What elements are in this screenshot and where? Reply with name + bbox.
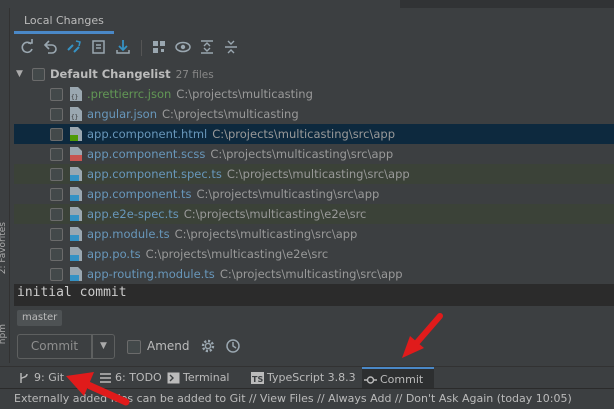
- file-row[interactable]: app.component.scss C:\projects\multicasti…: [14, 144, 614, 164]
- file-name: app-routing.module.ts: [87, 267, 215, 281]
- file-path: C:\projects\multicasting\src\app: [226, 167, 410, 181]
- tab-typescript[interactable]: TS TypeScript 3.8.3: [249, 367, 356, 389]
- expand-all-icon[interactable]: [198, 38, 216, 56]
- move-changelist-icon[interactable]: [90, 38, 108, 56]
- branch-icon: [20, 373, 28, 383]
- commit-dropdown-button[interactable]: ▼: [92, 334, 115, 359]
- ts-icon: [70, 247, 82, 261]
- commit-button[interactable]: Commit: [17, 334, 92, 359]
- ts-icon: [70, 207, 82, 221]
- file-row[interactable]: app.module.ts C:\projects\multicasting\sr…: [14, 224, 614, 244]
- tab-terminal-label: Terminal: [183, 371, 230, 384]
- file-checkbox[interactable]: [50, 188, 63, 201]
- annotation-arrow-git: [66, 372, 130, 406]
- group-by-icon[interactable]: [150, 38, 168, 56]
- file-path: C:\projects\multicasting\src\app: [210, 147, 394, 161]
- branch-label: master: [17, 310, 63, 326]
- json-icon: {}: [70, 87, 82, 101]
- file-row[interactable]: app.component.ts C:\projects\multicasting…: [14, 184, 614, 204]
- file-name: app.component.scss: [87, 147, 206, 161]
- file-checkbox[interactable]: [50, 168, 63, 181]
- ts-icon: [70, 267, 82, 281]
- sass-icon: [70, 147, 82, 161]
- file-name: app.module.ts: [87, 227, 170, 241]
- tab-commit-label: Commit: [380, 373, 424, 386]
- svg-text:TS: TS: [252, 375, 263, 384]
- json-icon: {}: [70, 107, 82, 121]
- tab-commit[interactable]: Commit: [362, 367, 434, 389]
- file-name: app.e2e-spec.ts: [87, 207, 179, 221]
- file-row[interactable]: {} .prettierrc.json C:\projects\multicast…: [14, 84, 614, 104]
- svg-text:{}: {}: [71, 94, 78, 101]
- file-path: C:\projects\multicasting\e2e\src: [145, 247, 329, 261]
- rollback-icon[interactable]: [41, 38, 59, 56]
- npm-stripe-button[interactable]: npm: [0, 324, 12, 344]
- ts-icon: [70, 227, 82, 241]
- changelist-checkbox[interactable]: [32, 68, 45, 81]
- refresh-icon[interactable]: [18, 38, 36, 56]
- commit-icon: [364, 376, 377, 384]
- changes-toolbar: [14, 36, 614, 60]
- tab-git[interactable]: 9: Git: [16, 367, 64, 389]
- file-row[interactable]: app.po.ts C:\projects\multicasting\e2e\sr…: [14, 244, 614, 264]
- file-row[interactable]: app.component.spec.ts C:\projects\multica…: [14, 164, 614, 184]
- favorites-stripe-button[interactable]: 2: Favorites: [0, 222, 12, 274]
- file-checkbox[interactable]: [50, 208, 63, 221]
- file-checkbox[interactable]: [50, 128, 63, 141]
- file-name: angular.json: [87, 107, 158, 121]
- file-name: app.component.ts: [87, 187, 192, 201]
- file-checkbox[interactable]: [50, 228, 63, 241]
- collapse-all-icon[interactable]: [222, 38, 240, 56]
- file-name: .prettierrc.json: [87, 87, 172, 101]
- file-name: app.component.spec.ts: [87, 167, 222, 181]
- file-path: C:\projects\multicasting\e2e\src: [183, 207, 367, 221]
- file-path: C:\projects\multicasting: [162, 107, 299, 121]
- file-checkbox[interactable]: [50, 88, 63, 101]
- top-strip: [0, 0, 614, 8]
- shelve-icon[interactable]: [114, 38, 132, 56]
- tab-typescript-label: TypeScript 3.8.3: [267, 371, 356, 384]
- ts-icon: [70, 167, 82, 181]
- commit-panel-header: Local Changes: [14, 8, 614, 34]
- ts-icon: TS: [251, 372, 264, 384]
- file-checkbox[interactable]: [50, 248, 63, 261]
- show-diff-icon[interactable]: [65, 38, 83, 56]
- file-checkbox[interactable]: [50, 148, 63, 161]
- amend-checkbox[interactable]: [127, 340, 141, 354]
- ts-icon: [70, 187, 82, 201]
- view-options-icon[interactable]: [174, 38, 192, 56]
- terminal-icon: [167, 372, 180, 384]
- tab-local-changes[interactable]: Local Changes: [14, 11, 114, 34]
- changelist-row[interactable]: ▼ Default Changelist 27 files: [14, 64, 614, 84]
- html-icon: [70, 127, 82, 141]
- file-name: app.po.ts: [87, 247, 141, 261]
- tab-terminal[interactable]: Terminal: [165, 367, 230, 389]
- file-path: C:\projects\multicasting: [176, 87, 313, 101]
- file-path: C:\projects\multicasting\src\app: [212, 127, 396, 141]
- file-checkbox[interactable]: [50, 108, 63, 121]
- file-row[interactable]: app-routing.module.ts C:\projects\multica…: [14, 264, 614, 284]
- clock-icon[interactable]: [225, 338, 241, 354]
- changelist-count: 27 files: [175, 69, 214, 81]
- commit-message-input[interactable]: initial commit: [14, 284, 614, 306]
- file-path: C:\projects\multicasting\src\app: [174, 227, 358, 241]
- file-path: C:\projects\multicasting\src\app: [219, 267, 403, 281]
- file-row[interactable]: {} angular.json C:\projects\multicasting: [14, 104, 614, 124]
- amend-label: Amend: [147, 339, 190, 353]
- file-name: app.component.html: [87, 127, 208, 141]
- expand-arrow-icon[interactable]: ▼: [16, 64, 23, 84]
- file-row[interactable]: app.e2e-spec.ts C:\projects\multicasting\…: [14, 204, 614, 224]
- file-checkbox[interactable]: [50, 268, 63, 281]
- changelist-name: Default Changelist: [50, 67, 171, 81]
- file-path: C:\projects\multicasting\src\app: [196, 187, 380, 201]
- svg-text:{}: {}: [71, 114, 78, 121]
- left-tool-stripe: 2: Favorites npm: [0, 8, 10, 363]
- changes-tree: ▼ Default Changelist 27 files {} .prettie…: [14, 62, 614, 284]
- chevron-down-icon: ▼: [100, 341, 107, 351]
- gear-icon[interactable]: [200, 338, 216, 354]
- annotation-arrow-commit: [402, 313, 443, 358]
- file-row-selected[interactable]: app.component.html C:\projects\multicasti…: [14, 124, 614, 144]
